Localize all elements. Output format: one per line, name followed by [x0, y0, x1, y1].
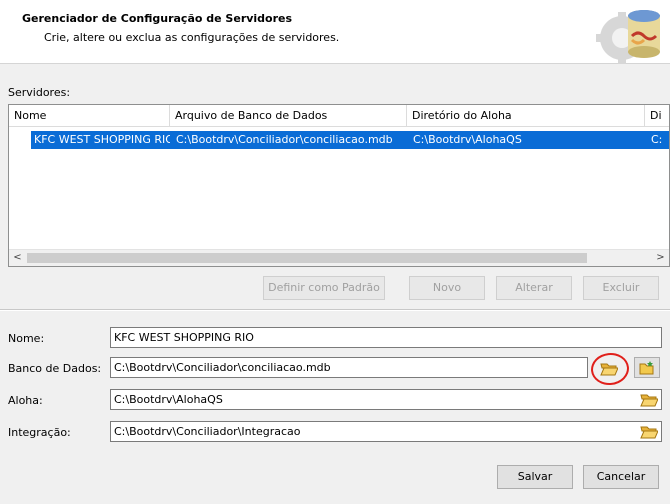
cell-db-file: C:\Bootdrv\Conciliador\conciliacao.mdb: [176, 133, 393, 146]
highlight-annotation: [589, 351, 631, 387]
servers-grid[interactable]: Nome Arquivo de Banco de Dados Diretório…: [8, 104, 670, 267]
server-config-icon: [596, 10, 660, 64]
save-button[interactable]: Salvar: [497, 465, 573, 489]
section-divider: [0, 309, 670, 311]
column-header-more[interactable]: Di: [645, 105, 669, 127]
name-field[interactable]: KFC WEST SHOPPING RIO: [110, 327, 662, 348]
grid-header: Nome Arquivo de Banco de Dados Diretório…: [9, 105, 669, 127]
integration-label: Integração:: [8, 426, 71, 439]
servers-label: Servidores:: [8, 86, 71, 99]
aloha-label: Aloha:: [8, 394, 43, 407]
edit-button[interactable]: Alterar: [496, 276, 572, 300]
database-field[interactable]: C:\Bootdrv\Conciliador\conciliacao.mdb: [110, 357, 588, 378]
column-header-aloha-dir[interactable]: Diretório do Aloha: [407, 105, 645, 127]
cell-aloha-dir: C:\Bootdrv\AlohaQS: [413, 133, 522, 146]
scroll-left-icon[interactable]: <: [9, 250, 26, 266]
aloha-field[interactable]: C:\Bootdrv\AlohaQS: [110, 389, 662, 410]
column-header-name[interactable]: Nome: [9, 105, 170, 127]
database-label: Banco de Dados:: [8, 362, 102, 375]
integration-field[interactable]: C:\Bootdrv\Conciliador\Integracao: [110, 421, 662, 442]
cancel-button[interactable]: Cancelar: [583, 465, 659, 489]
cell-extra: C:: [651, 133, 663, 146]
horizontal-scrollbar[interactable]: < >: [9, 249, 669, 266]
dialog-subtitle: Crie, altere ou exclua as configurações …: [44, 31, 340, 44]
table-row[interactable]: KFC WEST SHOPPING RIO C:\Bootdrv\Concili…: [9, 131, 669, 149]
scroll-right-icon[interactable]: >: [652, 250, 669, 266]
dialog-header: Gerenciador de Configuração de Servidore…: [0, 6, 670, 64]
new-database-icon[interactable]: [634, 357, 660, 378]
dialog-title: Gerenciador de Configuração de Servidore…: [22, 12, 293, 25]
cell-name: KFC WEST SHOPPING RIO: [34, 133, 170, 146]
folder-open-icon[interactable]: [639, 422, 659, 440]
name-label: Nome:: [8, 332, 45, 345]
set-default-button[interactable]: Definir como Padrão: [263, 276, 385, 300]
column-header-db-file[interactable]: Arquivo de Banco de Dados: [170, 105, 407, 127]
delete-button[interactable]: Excluir: [583, 276, 659, 300]
new-button[interactable]: Novo: [409, 276, 485, 300]
scrollbar-thumb[interactable]: [27, 253, 587, 263]
folder-open-icon[interactable]: [639, 390, 659, 408]
